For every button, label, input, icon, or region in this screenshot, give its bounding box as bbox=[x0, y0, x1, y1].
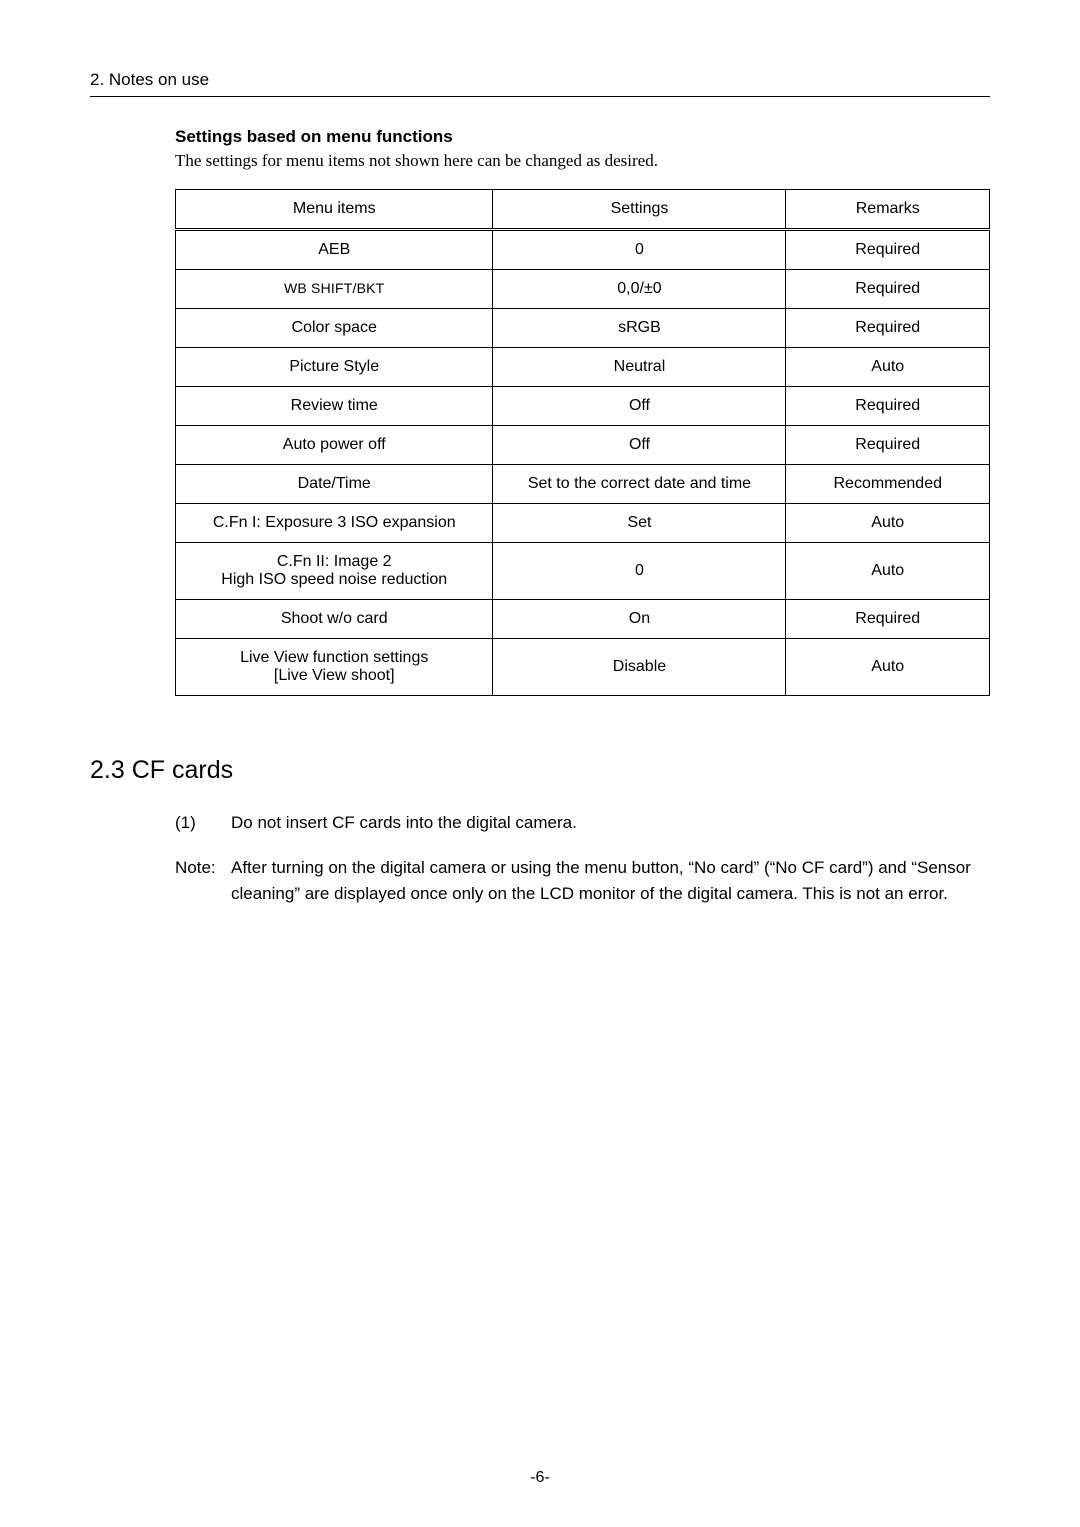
page-header-title: 2. Notes on use bbox=[90, 70, 990, 90]
cell-remark: Required bbox=[786, 600, 990, 639]
subsection-title: 2.3 CF cards bbox=[90, 756, 990, 785]
cell-remark: Required bbox=[786, 426, 990, 465]
cell-menu: C.Fn II: Image 2High ISO speed noise red… bbox=[176, 543, 493, 600]
cell-remark: Required bbox=[786, 270, 990, 309]
cell-menu: WB SHIFT/BKT bbox=[176, 270, 493, 309]
cell-menu: Shoot w/o card bbox=[176, 600, 493, 639]
cell-setting: 0,0/±0 bbox=[493, 270, 786, 309]
table-row: C.Fn I: Exposure 3 ISO expansion Set Aut… bbox=[176, 504, 990, 543]
cell-remark: Auto bbox=[786, 504, 990, 543]
cell-menu: Picture Style bbox=[176, 348, 493, 387]
cell-remark: Auto bbox=[786, 348, 990, 387]
note-text: After turning on the digital camera or u… bbox=[231, 855, 990, 906]
table-header-row: Menu items Settings Remarks bbox=[176, 190, 990, 230]
cell-remark: Auto bbox=[786, 639, 990, 696]
col-header-settings: Settings bbox=[493, 190, 786, 230]
cell-menu: AEB bbox=[176, 230, 493, 270]
table-row: Color space sRGB Required bbox=[176, 309, 990, 348]
note-block: Note: After turning on the digital camer… bbox=[175, 855, 990, 906]
cell-setting: Neutral bbox=[493, 348, 786, 387]
table-row: Date/Time Set to the correct date and ti… bbox=[176, 465, 990, 504]
cell-setting: Set to the correct date and time bbox=[493, 465, 786, 504]
cell-setting: 0 bbox=[493, 543, 786, 600]
cell-menu: Auto power off bbox=[176, 426, 493, 465]
cell-remark: Required bbox=[786, 309, 990, 348]
col-header-remarks: Remarks bbox=[786, 190, 990, 230]
table-row: WB SHIFT/BKT 0,0/±0 Required bbox=[176, 270, 990, 309]
cell-setting: 0 bbox=[493, 230, 786, 270]
item-number: (1) bbox=[175, 813, 231, 833]
table-row: AEB 0 Required bbox=[176, 230, 990, 270]
cell-setting: Set bbox=[493, 504, 786, 543]
cell-setting: Disable bbox=[493, 639, 786, 696]
cell-setting: sRGB bbox=[493, 309, 786, 348]
cell-menu: C.Fn I: Exposure 3 ISO expansion bbox=[176, 504, 493, 543]
cell-remark: Required bbox=[786, 387, 990, 426]
cell-menu: Review time bbox=[176, 387, 493, 426]
cell-remark: Recommended bbox=[786, 465, 990, 504]
cell-remark: Auto bbox=[786, 543, 990, 600]
cell-setting: Off bbox=[493, 387, 786, 426]
cell-menu: Date/Time bbox=[176, 465, 493, 504]
section-description: The settings for menu items not shown he… bbox=[175, 151, 990, 171]
section-heading: Settings based on menu functions bbox=[175, 127, 990, 147]
cell-menu: Live View function settings[Live View sh… bbox=[176, 639, 493, 696]
table-row: Picture Style Neutral Auto bbox=[176, 348, 990, 387]
item-text: Do not insert CF cards into the digital … bbox=[231, 813, 577, 833]
table-row: Live View function settings[Live View sh… bbox=[176, 639, 990, 696]
cell-menu-text: WB SHIFT/BKT bbox=[284, 280, 384, 296]
table-row: Review time Off Required bbox=[176, 387, 990, 426]
page-number-footer: -6- bbox=[0, 1469, 1080, 1487]
table-row: C.Fn II: Image 2High ISO speed noise red… bbox=[176, 543, 990, 600]
table-row: Auto power off Off Required bbox=[176, 426, 990, 465]
note-label: Note: bbox=[175, 855, 231, 906]
cell-setting: Off bbox=[493, 426, 786, 465]
settings-table: Menu items Settings Remarks AEB 0 Requir… bbox=[175, 189, 990, 696]
cell-menu: Color space bbox=[176, 309, 493, 348]
cell-remark: Required bbox=[786, 230, 990, 270]
cell-setting: On bbox=[493, 600, 786, 639]
numbered-item: (1) Do not insert CF cards into the digi… bbox=[175, 813, 990, 833]
header-rule bbox=[90, 96, 990, 97]
table-row: Shoot w/o card On Required bbox=[176, 600, 990, 639]
col-header-menu-items: Menu items bbox=[176, 190, 493, 230]
